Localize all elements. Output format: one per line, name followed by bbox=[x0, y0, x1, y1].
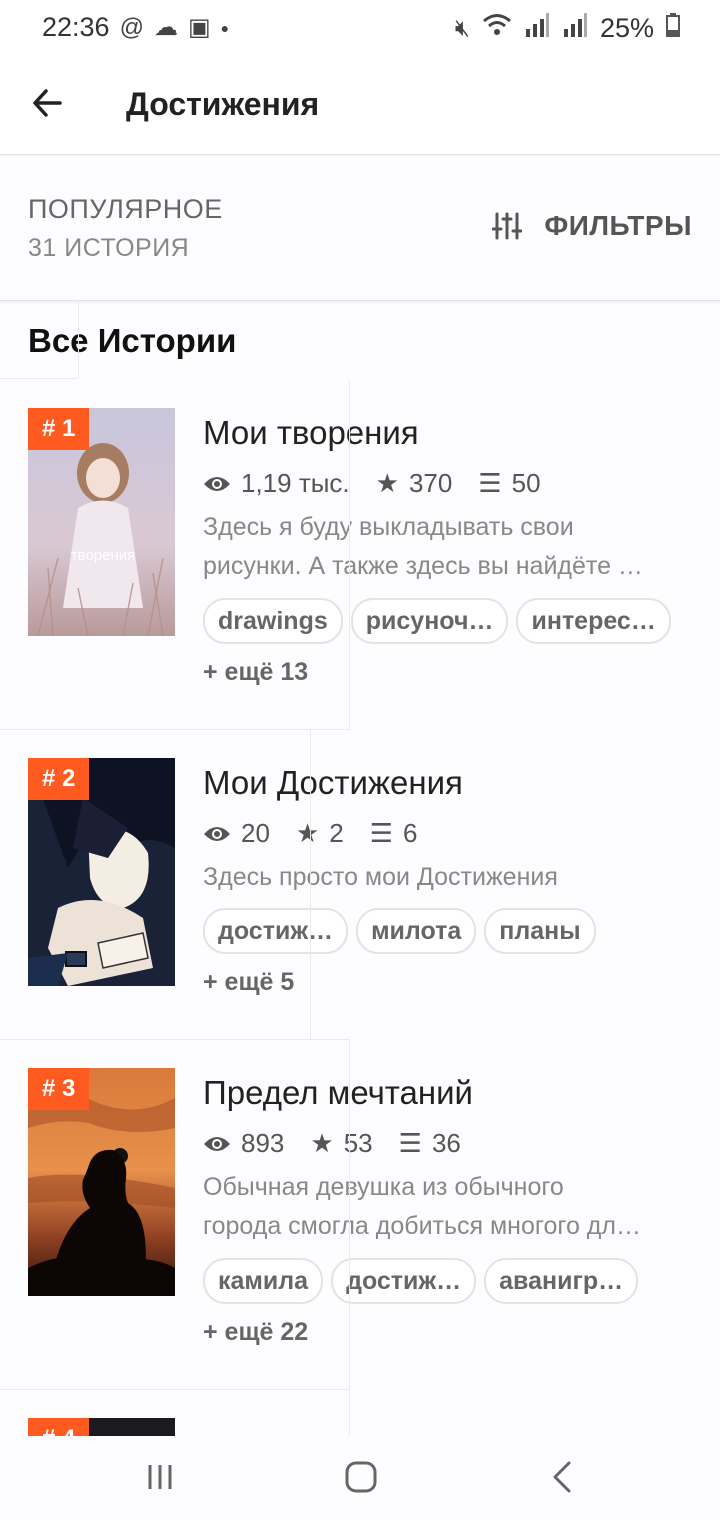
parts-count: 50 bbox=[511, 468, 541, 498]
rank-badge: # 4 bbox=[28, 1418, 90, 1436]
views-count: 20 bbox=[241, 818, 270, 848]
rank-badge: # 3 bbox=[28, 1068, 90, 1110]
tag-chip[interactable]: милота bbox=[356, 908, 477, 954]
divider bbox=[349, 1040, 350, 1390]
parts-count: 36 bbox=[431, 1128, 461, 1158]
story-stats: 1,19 тыс. ★ 370 ☰ 50 bbox=[203, 468, 541, 499]
filter-bar: ПОПУЛЯРНОЕ 31 ИСТОРИЯ ФИЛЬТРЫ bbox=[0, 156, 720, 301]
divider bbox=[349, 380, 350, 730]
tag-list: drawings рисуноч… интерес… bbox=[203, 598, 671, 644]
votes-count: 370 bbox=[408, 468, 453, 498]
back-arrow-icon bbox=[33, 89, 62, 117]
votes-count: 2 bbox=[329, 818, 344, 848]
story-card[interactable]: # 2 Мои Достижения 20 ★ 2 ☰ 6 Здесь прос… bbox=[0, 730, 720, 1060]
eye-icon bbox=[204, 476, 230, 491]
tag-chip[interactable]: планы bbox=[484, 908, 596, 954]
filters-label: ФИЛЬТРЫ bbox=[544, 210, 692, 241]
star-icon: ★ bbox=[375, 468, 399, 498]
tag-list: камила достиж… аванигр… bbox=[203, 1258, 639, 1304]
list-icon: ☰ bbox=[369, 818, 394, 848]
tag-chip[interactable]: drawings bbox=[203, 598, 343, 644]
parts-count: 6 bbox=[403, 818, 418, 848]
rank-badge: # 1 bbox=[28, 408, 90, 450]
story-description: Здесь я буду выкладывать свои рисунки. А… bbox=[203, 513, 643, 580]
home-icon[interactable] bbox=[344, 1460, 378, 1494]
story-card[interactable]: # 3 Предел мечтаний 893 ★ 53 ☰ 36 Обычна… bbox=[0, 1040, 720, 1370]
signal-icon bbox=[524, 13, 550, 44]
mute-icon: 🔇︎ bbox=[454, 14, 470, 42]
story-title[interactable]: Предел мечтаний bbox=[203, 1074, 473, 1112]
tag-chip[interactable]: рисуноч… bbox=[350, 598, 509, 644]
more-tags[interactable]: + ещё 22 bbox=[203, 1318, 308, 1347]
more-tags[interactable]: + ещё 13 bbox=[203, 658, 308, 687]
wifi-icon bbox=[482, 12, 512, 45]
back-button[interactable] bbox=[30, 78, 74, 128]
tag-chip[interactable]: аванигр… bbox=[484, 1258, 639, 1304]
nav-back-icon[interactable] bbox=[550, 1460, 574, 1494]
views-count: 893 bbox=[241, 1128, 285, 1158]
list-icon: ☰ bbox=[398, 1128, 422, 1158]
divider bbox=[349, 1390, 350, 1436]
dot-icon: ● bbox=[220, 19, 230, 36]
eye-icon bbox=[204, 1136, 230, 1151]
list-icon: ☰ bbox=[478, 468, 502, 498]
battery-icon bbox=[666, 13, 680, 44]
sort-label[interactable]: ПОПУЛЯРНОЕ bbox=[28, 194, 223, 225]
cloud-icon: ☁ bbox=[153, 14, 178, 41]
filters-button[interactable]: ФИЛЬТРЫ bbox=[492, 210, 692, 242]
more-tags[interactable]: + ещё 5 bbox=[203, 968, 294, 997]
story-card[interactable]: # 4 bbox=[0, 1390, 720, 1436]
story-description: Обычная девушка из обычного города смогл… bbox=[203, 1173, 641, 1240]
status-time: 22:36 bbox=[42, 12, 110, 42]
story-count: 31 ИСТОРИЯ bbox=[28, 234, 190, 262]
app-bar: Достижения bbox=[0, 56, 720, 155]
tag-chip[interactable]: интерес… bbox=[516, 598, 671, 644]
rank-badge: # 2 bbox=[28, 758, 90, 800]
recents-icon[interactable] bbox=[145, 1462, 175, 1492]
divider bbox=[0, 378, 78, 379]
story-description: Здесь просто мои Достижения bbox=[203, 863, 558, 891]
story-card[interactable]: творения # 1 Мои творения 1,19 тыс. ★ 37… bbox=[0, 380, 720, 710]
story-title[interactable]: Мои Достижения bbox=[203, 764, 463, 802]
star-icon: ★ bbox=[310, 1128, 334, 1158]
views-count: 1,19 тыс. bbox=[241, 468, 350, 498]
at-icon: @ bbox=[119, 13, 144, 41]
story-title[interactable]: Мои творения bbox=[203, 414, 419, 452]
page-title: Достижения bbox=[126, 86, 320, 122]
tag-list: достиж… милота планы bbox=[203, 908, 596, 954]
radio-icon: ▣ bbox=[187, 14, 211, 41]
eye-icon bbox=[204, 826, 230, 841]
divider bbox=[310, 730, 311, 1040]
tag-chip[interactable]: достиж… bbox=[331, 1258, 477, 1304]
signal2-icon bbox=[562, 13, 588, 44]
battery-percent: 25% bbox=[599, 13, 654, 43]
tag-chip[interactable]: камила bbox=[203, 1258, 324, 1304]
filter-sliders-icon bbox=[492, 212, 523, 240]
tag-chip[interactable]: достиж… bbox=[203, 908, 349, 954]
cover-text: творения bbox=[71, 547, 135, 564]
star-icon: ★ bbox=[295, 818, 320, 848]
status-right: 🔇︎ 25% bbox=[455, 12, 680, 45]
status-bar: 22:36 @ ☁ ▣ ● 🔇︎ 25% bbox=[0, 0, 720, 56]
story-stats: 893 ★ 53 ☰ 36 bbox=[203, 1128, 461, 1159]
divider bbox=[0, 300, 79, 378]
status-left: 22:36 @ ☁ ▣ ● bbox=[42, 12, 229, 43]
system-nav-bar bbox=[0, 1436, 720, 1520]
